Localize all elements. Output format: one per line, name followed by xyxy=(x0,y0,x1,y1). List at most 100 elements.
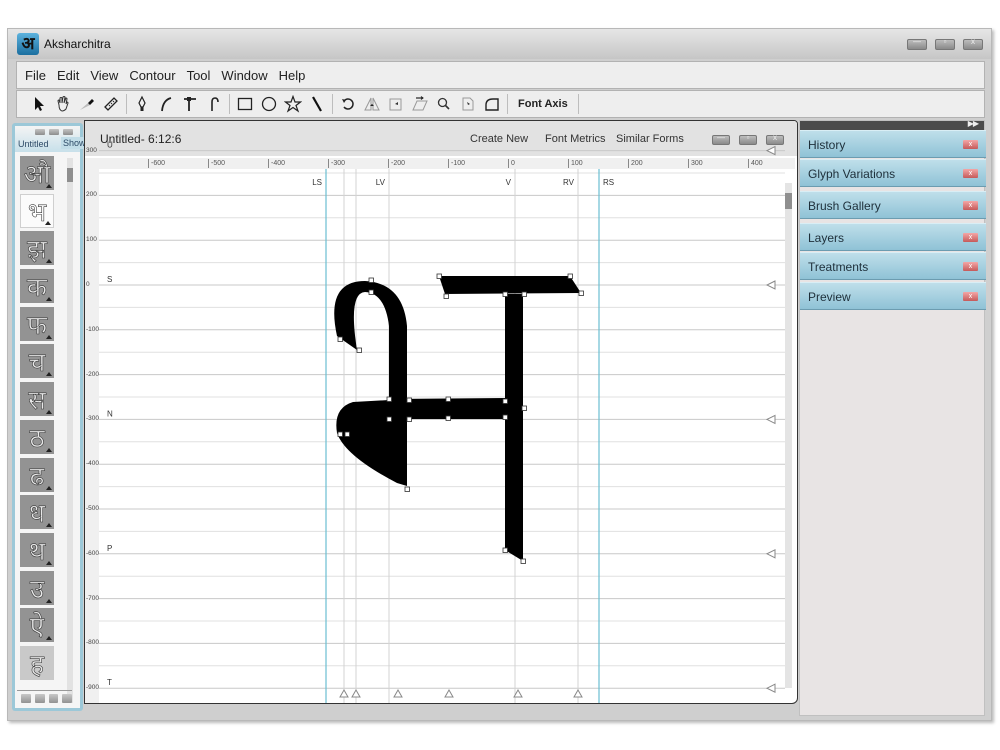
control-point[interactable] xyxy=(406,416,412,422)
glyph-menu-arrow-icon[interactable] xyxy=(46,598,52,603)
control-point[interactable] xyxy=(356,347,362,353)
maximize-button[interactable]: ▫ xyxy=(935,37,955,50)
footer-button-3[interactable] xyxy=(48,694,59,703)
vertical-guide-handle-icon[interactable] xyxy=(444,688,454,698)
footer-button-1[interactable] xyxy=(21,694,31,703)
panel-close-button[interactable] xyxy=(63,129,73,135)
glyph-canvas[interactable]: LS LV V RV RS U S N P T xyxy=(85,121,798,704)
pen-tool[interactable] xyxy=(130,93,154,115)
control-point[interactable] xyxy=(337,336,343,342)
metric-handle-icon[interactable] xyxy=(765,548,776,559)
scrollbar-thumb[interactable] xyxy=(67,168,73,182)
close-panel-icon[interactable]: x xyxy=(963,140,978,149)
control-point[interactable] xyxy=(406,397,412,403)
glyph-menu-arrow-icon[interactable] xyxy=(46,523,52,528)
control-point[interactable] xyxy=(404,486,410,492)
footer-button-2[interactable] xyxy=(34,694,45,703)
corner-point-tool[interactable] xyxy=(178,93,202,115)
menu-tool[interactable]: Tool xyxy=(187,68,211,83)
control-point[interactable] xyxy=(445,415,451,421)
glyph-menu-arrow-icon[interactable] xyxy=(46,485,52,490)
glyph-menu-arrow-icon[interactable] xyxy=(46,259,52,264)
menu-window[interactable]: Window xyxy=(221,68,267,83)
rotate-tool[interactable] xyxy=(336,93,360,115)
glyph-tile[interactable]: झ xyxy=(20,231,54,266)
glyph-menu-arrow-icon[interactable] xyxy=(46,297,52,302)
control-point[interactable] xyxy=(445,396,451,402)
panel-item-glyph-variations[interactable]: Glyph Variations x xyxy=(800,159,986,187)
glyph-menu-arrow-icon[interactable] xyxy=(46,184,52,188)
menu-file[interactable]: File xyxy=(25,68,46,83)
glyph-tile[interactable]: थ xyxy=(20,532,54,567)
menu-view[interactable]: View xyxy=(90,68,118,83)
glyph-tile[interactable]: ध xyxy=(20,495,54,530)
glyph-menu-arrow-icon[interactable] xyxy=(45,220,51,225)
canvas-scrollbar[interactable] xyxy=(785,183,792,688)
glyph-tile[interactable]: ठ xyxy=(20,419,54,454)
zoom-tool[interactable] xyxy=(432,93,456,115)
control-point[interactable] xyxy=(368,277,374,283)
vertical-guide-handle-icon[interactable] xyxy=(351,688,361,698)
glyph-tile[interactable]: क xyxy=(20,269,54,304)
glyph-stroke-stem[interactable] xyxy=(505,294,523,561)
footer-button-4[interactable] xyxy=(62,694,72,703)
metric-handle-icon[interactable] xyxy=(765,280,776,290)
line-tool[interactable] xyxy=(305,93,329,115)
glyph-list-scrollbar[interactable] xyxy=(67,158,73,703)
knife-tool[interactable] xyxy=(75,93,99,115)
pointer-tool[interactable] xyxy=(27,93,51,115)
glyph-tile[interactable]: ह xyxy=(20,645,54,680)
glyph-tile[interactable]: भ xyxy=(20,193,54,228)
glyph-tile[interactable]: फ xyxy=(20,306,54,341)
glyph-stroke-headline[interactable] xyxy=(439,276,581,294)
panel-item-brush-gallery[interactable]: Brush Gallery x xyxy=(800,191,986,219)
close-panel-icon[interactable]: x xyxy=(963,201,978,210)
copy-shape-tool[interactable] xyxy=(456,93,480,115)
hand-tool[interactable] xyxy=(51,93,75,115)
hook-curve-tool[interactable] xyxy=(202,93,226,115)
menu-edit[interactable]: Edit xyxy=(57,68,79,83)
glyph-tile[interactable]: औ xyxy=(20,156,54,190)
menu-contour[interactable]: Contour xyxy=(129,68,175,83)
vertical-guide-handle-icon[interactable] xyxy=(393,688,403,698)
control-point[interactable] xyxy=(521,405,527,411)
glyph-tile[interactable]: ऐ xyxy=(20,608,54,643)
control-point[interactable] xyxy=(368,289,374,295)
corner-shape-tool[interactable] xyxy=(480,93,504,115)
mirror-tool[interactable] xyxy=(360,93,384,115)
rectangle-tool[interactable] xyxy=(233,93,257,115)
vertical-guide-handle-icon[interactable] xyxy=(573,688,583,698)
panel-item-layers[interactable]: Layers x xyxy=(800,223,986,251)
ruler-tool[interactable] xyxy=(99,93,123,115)
control-point[interactable] xyxy=(502,414,508,420)
close-button[interactable]: x xyxy=(963,37,983,50)
glyph-menu-arrow-icon[interactable] xyxy=(46,560,52,565)
glyph-tile[interactable]: उ xyxy=(20,570,54,605)
glyph-tile[interactable]: च xyxy=(20,344,54,379)
glyph-menu-arrow-icon[interactable] xyxy=(46,636,52,641)
control-point[interactable] xyxy=(443,293,449,299)
glyph-menu-arrow-icon[interactable] xyxy=(46,447,52,452)
menu-help[interactable]: Help xyxy=(279,68,306,83)
panel-item-preview[interactable]: Preview x xyxy=(800,282,986,310)
glyph-menu-arrow-icon[interactable] xyxy=(46,334,52,339)
glyph-tile[interactable]: ढ xyxy=(20,457,54,492)
panel-item-history[interactable]: History x xyxy=(800,130,986,158)
metric-handle-icon[interactable] xyxy=(765,145,776,156)
scrollbar-thumb[interactable] xyxy=(785,193,792,209)
control-point[interactable] xyxy=(337,431,343,437)
skew-tool[interactable] xyxy=(408,93,432,115)
glyph-menu-arrow-icon[interactable] xyxy=(46,372,52,377)
control-point[interactable] xyxy=(436,273,442,279)
ellipse-tool[interactable] xyxy=(257,93,281,115)
control-point[interactable] xyxy=(520,558,526,564)
panel-item-treatments[interactable]: Treatments x xyxy=(800,252,986,280)
glyph-tile[interactable]: स xyxy=(20,382,54,417)
control-point[interactable] xyxy=(386,396,392,402)
vertical-guide-handle-icon[interactable] xyxy=(339,688,349,698)
glyph-stroke-left[interactable] xyxy=(334,281,407,486)
close-panel-icon[interactable]: x xyxy=(963,169,978,178)
panel-maximize-button[interactable] xyxy=(49,129,59,135)
control-point[interactable] xyxy=(502,398,508,404)
minimize-button[interactable]: — xyxy=(907,37,927,50)
